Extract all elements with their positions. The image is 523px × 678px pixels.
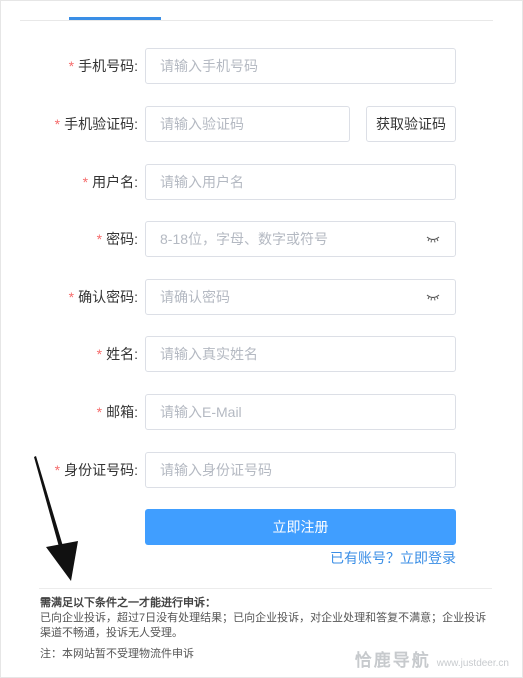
notice-title: 需满足以下条件之一才能进行申诉： (40, 597, 216, 609)
required-mark: * (96, 404, 103, 420)
password-input[interactable] (146, 222, 455, 256)
email-input-box[interactable] (145, 394, 456, 430)
real-name-label: * 姓名: (96, 346, 138, 362)
username-input-box[interactable] (145, 164, 456, 200)
email-row: * 邮箱: (0, 394, 523, 430)
email-input[interactable] (146, 395, 455, 429)
phone-input-box[interactable] (145, 48, 456, 84)
sms-code-row: *手机验证码: 获取验证码 (0, 106, 523, 142)
watermark-name: 恰鹿导航 (354, 651, 431, 670)
sms-code-input-box[interactable] (145, 106, 350, 142)
eye-closed-icon[interactable] (426, 291, 440, 303)
real-name-row: * 姓名: (0, 336, 523, 372)
required-mark: * (96, 346, 103, 362)
sms-code-label: * 手机验证码: (54, 116, 138, 132)
confirm-password-input-box[interactable] (145, 279, 456, 315)
get-code-button[interactable]: 获取验证码 (366, 106, 456, 142)
real-name-input[interactable] (146, 337, 455, 371)
notice-body: 已向企业投诉，超过7日没有处理结果；已向企业投诉，对企业处理和答复不满意；企业投… (40, 612, 487, 639)
phone-row: * 手机号码: (0, 48, 523, 84)
username-label: * 用户名: (82, 174, 138, 190)
username-row: * 用户名: (0, 164, 523, 200)
username-input[interactable] (146, 165, 455, 199)
id-number-input[interactable] (146, 453, 455, 487)
notice-divider (39, 588, 492, 589)
eye-closed-icon[interactable] (426, 233, 440, 245)
confirm-password-input[interactable] (146, 280, 455, 314)
watermark-url: www.justdeer.cn (436, 658, 509, 669)
phone-input[interactable] (146, 49, 455, 83)
sms-code-input[interactable] (146, 107, 349, 141)
phone-label: * 手机号码: (68, 58, 138, 74)
watermark: 恰鹿导航 www.justdeer.cn (354, 646, 509, 670)
confirm-password-label: * 确认密码: (68, 289, 138, 305)
required-mark: * (54, 116, 61, 132)
arrow-pointer-icon (34, 456, 78, 581)
required-mark: * (96, 231, 103, 247)
password-input-box[interactable] (145, 221, 456, 257)
real-name-input-box[interactable] (145, 336, 456, 372)
required-mark: * (82, 174, 89, 190)
tab-divider (20, 20, 493, 21)
required-mark: * (68, 289, 75, 305)
email-label: * 邮箱: (96, 404, 138, 420)
confirm-password-row: * 确认密码: (0, 279, 523, 315)
password-row: * 密码: (0, 221, 523, 257)
password-label: * 密码: (96, 231, 138, 247)
required-mark: * (68, 58, 75, 74)
login-link[interactable]: 已有账号？立即登录 (330, 549, 456, 567)
id-number-input-box[interactable] (145, 452, 456, 488)
register-button[interactable]: 立即注册 (145, 509, 456, 545)
active-tab-indicator (69, 17, 161, 20)
